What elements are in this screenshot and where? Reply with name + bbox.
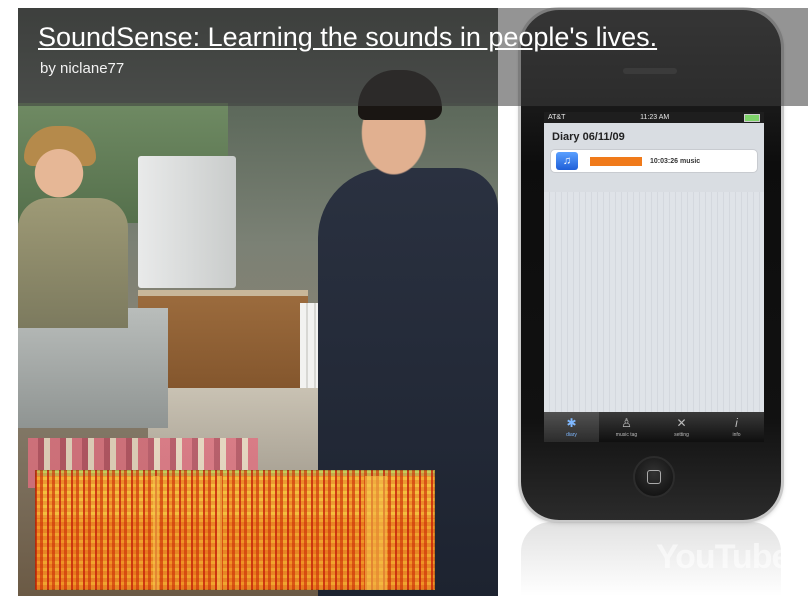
person-icon: ♙ — [621, 415, 632, 430]
carrier-label: AT&T — [548, 114, 566, 121]
phone-screen: AT&T 11:23 AM Diary 06/11/09 ♫ 10:03:26 … — [544, 112, 764, 442]
music-note-icon: ♫ — [556, 152, 578, 170]
tab-label: info — [732, 431, 741, 438]
clock-label: 11:23 AM — [640, 114, 670, 121]
entry-label: 10:03:26 music — [650, 157, 701, 165]
youtube-watermark[interactable]: YouTube — [656, 538, 790, 577]
uploader-label[interactable]: by niclane77 — [40, 60, 124, 77]
tab-setting[interactable]: ✕ setting — [654, 412, 709, 442]
cashier-face — [28, 130, 90, 202]
spectrogram-gap — [153, 476, 159, 590]
refrigerator — [138, 156, 236, 288]
entry-duration-bar — [590, 156, 642, 166]
list-background — [544, 192, 764, 414]
diary-entry[interactable]: ♫ 10:03:26 music — [550, 149, 758, 173]
diary-title: Diary 06/11/09 — [552, 131, 625, 143]
gear-icon: ✱ — [566, 415, 577, 430]
status-bar: AT&T 11:23 AM — [544, 112, 764, 123]
tools-icon: ✕ — [676, 415, 687, 430]
spectrogram-gap — [217, 476, 222, 590]
tab-label: diary — [566, 431, 577, 438]
tab-bar: ✱ diary ♙ music tag ✕ setting i info — [544, 412, 764, 442]
battery-icon — [744, 113, 760, 122]
home-button[interactable] — [633, 456, 675, 498]
tab-info[interactable]: i info — [709, 412, 764, 442]
video-frame: AT&T 11:23 AM Diary 06/11/09 ♫ 10:03:26 … — [0, 0, 808, 596]
info-icon: i — [735, 415, 738, 430]
tab-label: music tag — [615, 431, 638, 438]
tab-label: setting — [674, 431, 689, 438]
spectrogram-gap — [365, 476, 387, 590]
spectrogram-overlay — [35, 470, 435, 590]
tab-diary[interactable]: ✱ diary — [544, 412, 599, 442]
cashier — [18, 198, 128, 328]
video-title-link[interactable]: SoundSense: Learning the sounds in peopl… — [38, 22, 657, 53]
tab-music-tag[interactable]: ♙ music tag — [599, 412, 654, 442]
